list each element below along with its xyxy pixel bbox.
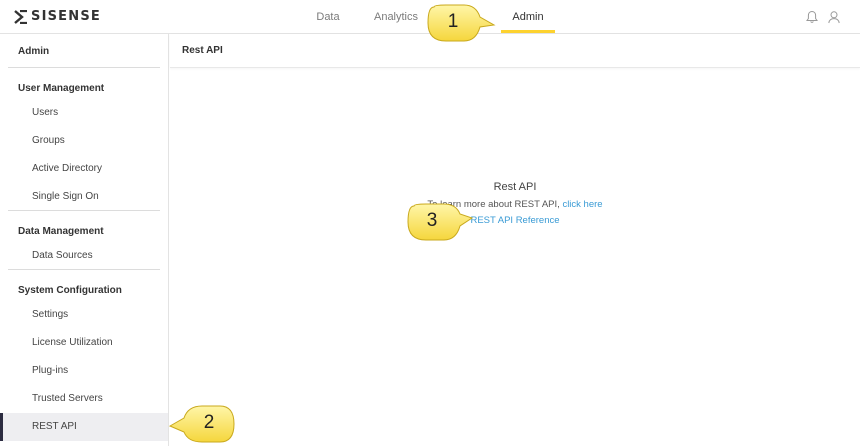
active-tab-indicator — [501, 30, 555, 33]
rest-api-reference-link[interactable]: REST API Reference — [470, 215, 559, 226]
tab-data[interactable]: Data — [310, 0, 346, 33]
sidebar-item-rest-api[interactable]: REST API — [0, 413, 168, 441]
callout-3: 3 — [406, 202, 476, 242]
sidebar-item-active-directory[interactable]: Active Directory — [0, 155, 168, 183]
sisense-logo[interactable]: SISENSE — [14, 10, 101, 24]
section-user-management: User Management — [18, 83, 105, 94]
sidebar-item-groups[interactable]: Groups — [0, 127, 168, 155]
page-title: Rest API — [182, 45, 223, 56]
sidebar-item-single-sign-on[interactable]: Single Sign On — [0, 183, 168, 211]
tab-analytics[interactable]: Analytics — [368, 0, 424, 33]
callout-1: 1 — [426, 3, 496, 43]
sidebar-item-license-utilization[interactable]: License Utilization — [0, 329, 168, 357]
callout-number-3: 3 — [426, 210, 438, 231]
user-icon[interactable] — [827, 10, 841, 24]
section-system-configuration: System Configuration — [18, 285, 122, 296]
content-header: Rest API — [170, 34, 860, 68]
sidebar-item-plug-ins[interactable]: Plug-ins — [0, 357, 168, 385]
section-data-management: Data Management — [18, 226, 104, 237]
admin-sidebar: Admin User Management Users Groups Activ… — [0, 34, 169, 446]
sidebar-divider — [8, 210, 160, 211]
click-here-link[interactable]: click here — [562, 199, 602, 210]
callout-number-1: 1 — [447, 11, 459, 32]
callout-2: 2 — [168, 404, 238, 444]
sidebar-item-data-sources[interactable]: Data Sources — [0, 242, 168, 270]
sidebar-divider — [8, 67, 160, 68]
bell-icon[interactable] — [805, 10, 819, 24]
callout-number-2: 2 — [203, 412, 215, 433]
sisense-logo-icon — [14, 10, 27, 24]
sidebar-item-users[interactable]: Users — [0, 99, 168, 127]
sidebar-item-trusted-servers[interactable]: Trusted Servers — [0, 385, 168, 413]
brand-name: SISENSE — [31, 9, 101, 24]
sidebar-divider — [8, 269, 160, 270]
sidebar-title: Admin — [18, 46, 50, 57]
sidebar-item-settings[interactable]: Settings — [0, 301, 168, 329]
rest-api-heading: Rest API — [493, 181, 537, 193]
tab-admin[interactable]: Admin — [501, 0, 555, 33]
